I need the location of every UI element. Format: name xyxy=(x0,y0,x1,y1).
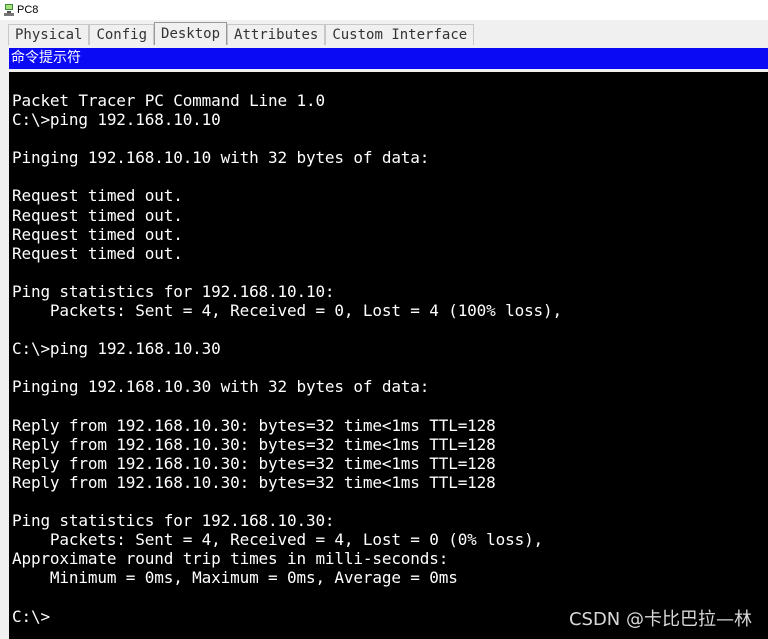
title-bar: PC8 xyxy=(0,0,768,20)
pc-window: PC8 Physical Config Desktop Attributes C… xyxy=(0,0,768,639)
window-title: PC8 xyxy=(17,4,39,16)
terminal-console[interactable]: Packet Tracer PC Command Line 1.0 C:\>pi… xyxy=(9,72,768,639)
tab-config[interactable]: Config xyxy=(89,24,155,45)
terminal-output[interactable]: Packet Tracer PC Command Line 1.0 C:\>pi… xyxy=(9,72,768,626)
tab-physical[interactable]: Physical xyxy=(8,24,90,45)
watermark: CSDN @卡比巴拉—林 xyxy=(568,609,752,630)
tab-bar: Physical Config Desktop Attributes Custo… xyxy=(8,22,475,45)
command-prompt-header: 命令提示符 xyxy=(9,48,768,69)
tab-custom-interface[interactable]: Custom Interface xyxy=(325,24,475,45)
packet-tracer-pc-icon xyxy=(4,4,14,16)
tab-attributes[interactable]: Attributes xyxy=(227,24,326,45)
tab-desktop[interactable]: Desktop xyxy=(154,22,228,45)
